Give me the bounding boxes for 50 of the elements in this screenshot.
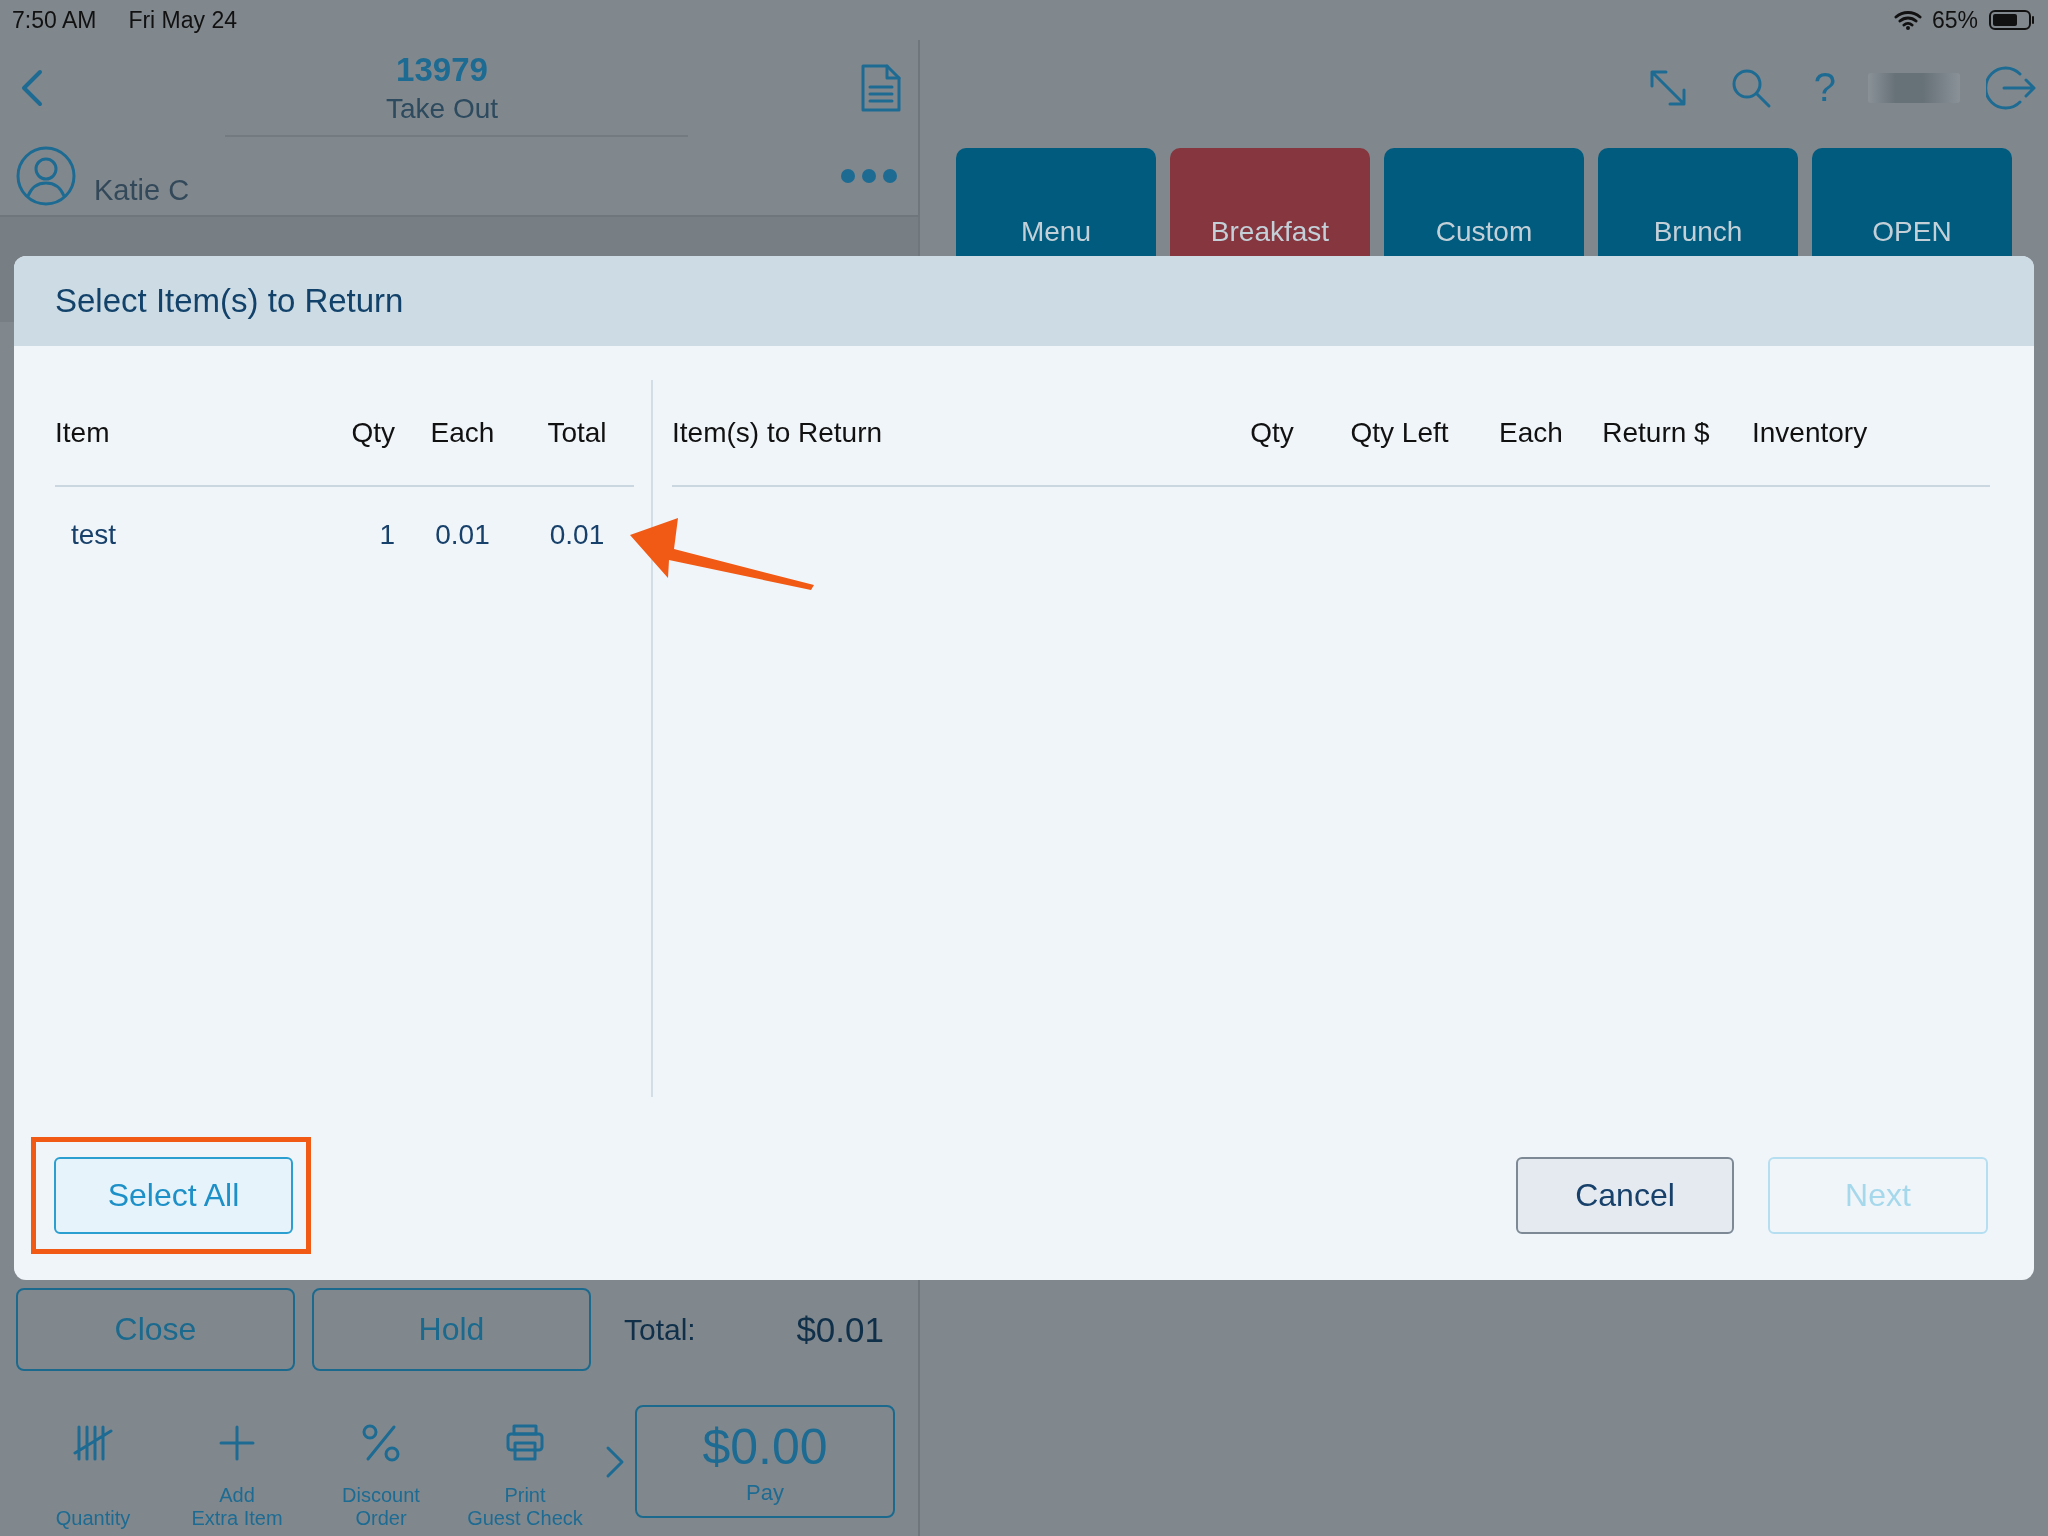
item-name[interactable]: test — [55, 519, 305, 551]
column-header: Each — [429, 416, 496, 449]
table-cell-text: 1 — [378, 519, 395, 551]
battery-percentage: 65% — [1931, 6, 1978, 34]
order-type: Take Out — [385, 92, 499, 125]
menu-tile[interactable]: Custom — [1384, 148, 1584, 256]
toolbar-button[interactable]: Add Extra Item — [165, 1405, 309, 1536]
order-action-button[interactable]: Hold — [312, 1288, 591, 1371]
total-label: Total: — [624, 1312, 696, 1347]
status-date: Fri May 24 — [128, 6, 238, 34]
status-time: 7:50 AM — [12, 6, 97, 34]
help-button[interactable]: ? — [1813, 65, 1836, 110]
table-cell-text: 0.01 — [548, 519, 606, 551]
wifi-icon — [1893, 9, 1922, 31]
user-avatar-icon — [15, 145, 77, 207]
menu-tile[interactable]: OPEN — [1812, 148, 2012, 256]
more-dots-icon[interactable] — [840, 168, 898, 184]
column-header: Return $ — [1601, 416, 1711, 449]
tally-marks-icon[interactable] — [73, 1423, 113, 1463]
battery-icon — [1988, 8, 2036, 32]
total-value: $0.01 — [796, 1309, 884, 1350]
cancel-button[interactable]: Cancel — [1516, 1157, 1734, 1234]
menu-tile[interactable]: Brunch — [1598, 148, 1798, 256]
toolbar-button[interactable]: Print Guest Check — [453, 1405, 597, 1536]
printer-icon[interactable] — [505, 1423, 545, 1463]
column-header: Qty — [1249, 416, 1295, 449]
pay-button[interactable]: $0.00 Pay — [635, 1405, 895, 1518]
column-header: Inventory — [1751, 416, 1869, 449]
menu-tile[interactable]: Menu — [956, 148, 1156, 256]
table-cell-text: 0.01 — [434, 519, 491, 551]
column-header: Each — [1498, 416, 1564, 449]
menu-tile[interactable]: Breakfast — [1170, 148, 1370, 256]
column-header: Qty Left — [1349, 416, 1450, 449]
column-header: Total — [546, 416, 608, 449]
document-icon[interactable] — [860, 62, 902, 113]
toolbar-button[interactable]: Discount Order — [309, 1405, 453, 1536]
column-header: Item — [55, 416, 111, 449]
percent-icon[interactable] — [361, 1423, 401, 1463]
plus-icon[interactable] — [217, 1423, 257, 1463]
order-number: 13979 — [396, 50, 488, 89]
select-all-button[interactable]: Select All — [54, 1157, 293, 1234]
column-header: Qty — [350, 416, 395, 449]
user-name: Katie C — [94, 173, 191, 207]
back-chevron-icon[interactable] — [20, 67, 44, 108]
toolbar-button[interactable]: Quantity — [21, 1405, 165, 1536]
column-header: Item(s) to Return — [672, 416, 884, 449]
dialog-title: Select Item(s) to Return — [55, 282, 404, 320]
order-action-button[interactable]: Close — [16, 1288, 295, 1371]
chevron-right-icon[interactable] — [605, 1445, 625, 1479]
logout-icon[interactable] — [1986, 64, 2036, 111]
